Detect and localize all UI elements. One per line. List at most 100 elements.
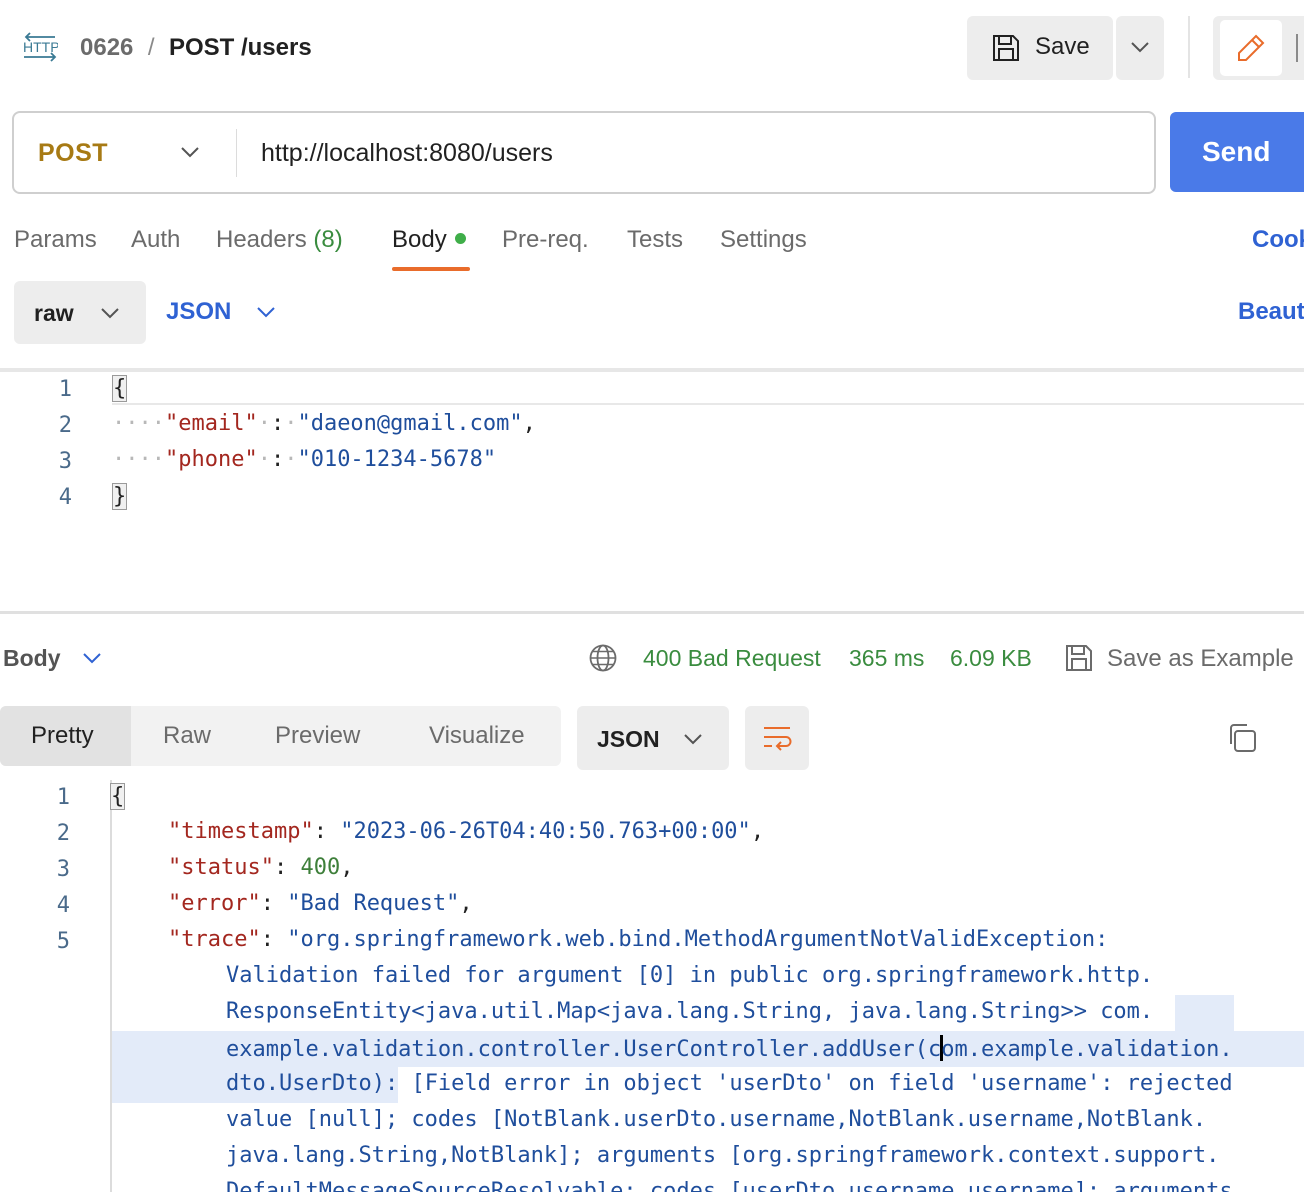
method-selector[interactable]: POST bbox=[38, 139, 108, 168]
code-line: ····"email"·:·"daeon@gmail.com", bbox=[112, 411, 536, 436]
response-body-viewer[interactable]: 1 2 3 4 5 { "timestamp": "2023-06-26T04:… bbox=[0, 780, 1304, 1192]
header-divider bbox=[1188, 16, 1190, 78]
wrap-lines-button[interactable] bbox=[745, 706, 809, 770]
chevron-down-icon[interactable] bbox=[256, 305, 276, 319]
breadcrumb: 0626 / POST /users bbox=[80, 34, 312, 62]
code-line: "trace": "org.springframework.web.bind.M… bbox=[168, 927, 1109, 952]
send-label: Send bbox=[1202, 136, 1271, 167]
save-button[interactable]: Save bbox=[967, 16, 1113, 80]
pane-resize-handle[interactable] bbox=[0, 611, 1304, 614]
tab-body[interactable]: Body bbox=[392, 226, 466, 254]
code-line: "error": "Bad Request", bbox=[168, 891, 473, 916]
line-number: 4 bbox=[56, 893, 70, 918]
chevron-down-icon bbox=[100, 306, 120, 320]
edit-mode-button[interactable] bbox=[1220, 20, 1282, 76]
response-view-tabs: Pretty Raw Preview Visualize bbox=[0, 706, 561, 766]
line-number: 3 bbox=[56, 857, 70, 882]
http-protocol-icon: HTTP bbox=[22, 32, 58, 66]
tab-headers[interactable]: Headers (8) bbox=[216, 226, 343, 254]
chevron-down-icon[interactable] bbox=[180, 145, 200, 159]
method-divider bbox=[236, 129, 237, 177]
trace-line: dto.UserDto): [Field error in object 'us… bbox=[226, 1071, 1233, 1096]
response-format-selector[interactable]: JSON bbox=[577, 706, 729, 770]
line-number: 5 bbox=[56, 929, 70, 954]
code-line: ····"phone"·:·"010-1234-5678" bbox=[112, 447, 497, 472]
line-number: 2 bbox=[56, 821, 70, 846]
trace-line: Validation failed for argument [0] in pu… bbox=[226, 963, 1154, 988]
cookies-link[interactable]: Cookies bbox=[1252, 226, 1304, 254]
line-number: 3 bbox=[58, 449, 72, 474]
headers-count: (8) bbox=[313, 226, 343, 253]
json-punct: , bbox=[522, 411, 536, 436]
json-value: 400 bbox=[300, 855, 341, 880]
response-format-label: JSON bbox=[597, 726, 660, 752]
wrap-lines-icon bbox=[762, 724, 792, 752]
http-icon-text: HTTP bbox=[23, 39, 58, 55]
json-value: "2023-06-26T04:40:50.763+00:00" bbox=[340, 819, 751, 844]
breadcrumb-separator: / bbox=[147, 34, 155, 61]
breadcrumb-collection[interactable]: 0626 bbox=[80, 34, 133, 61]
beautify-link[interactable]: Beautify bbox=[1238, 298, 1304, 326]
tab-body-label: Body bbox=[392, 226, 447, 253]
chevron-down-icon bbox=[1130, 40, 1150, 54]
trace-line: ResponseEntity<java.util.Map<java.lang.S… bbox=[226, 999, 1153, 1024]
trace-segment: dto.UserDto) bbox=[226, 1071, 385, 1096]
tab-tests[interactable]: Tests bbox=[627, 226, 683, 254]
body-mode-selector[interactable]: raw bbox=[14, 281, 146, 344]
request-title[interactable]: POST /users bbox=[169, 34, 312, 61]
view-tab-raw[interactable]: Raw bbox=[163, 722, 211, 750]
code-open-brace: { bbox=[112, 375, 128, 402]
send-button[interactable]: Send bbox=[1170, 112, 1304, 192]
body-language-selector[interactable]: JSON bbox=[166, 298, 231, 326]
trace-line: value [null]; codes [NotBlank.userDto.us… bbox=[226, 1107, 1207, 1132]
trace-segment: com. bbox=[1100, 999, 1154, 1024]
json-key: "status" bbox=[168, 855, 274, 880]
url-input[interactable]: http://localhost:8080/users bbox=[261, 139, 553, 168]
line-number: 1 bbox=[56, 785, 70, 810]
json-value: "org.springframework.web.bind.MethodArgu… bbox=[287, 927, 1109, 952]
code-open-brace: { bbox=[110, 783, 126, 810]
save-label: Save bbox=[1035, 33, 1090, 60]
selection-highlight bbox=[1175, 995, 1234, 1031]
json-value: "daeon@gmail.com" bbox=[297, 411, 523, 436]
view-tab-visualize[interactable]: Visualize bbox=[429, 722, 525, 750]
json-key: "error" bbox=[168, 891, 261, 916]
response-size[interactable]: 6.09 KB bbox=[950, 645, 1032, 672]
save-options-button[interactable] bbox=[1116, 16, 1164, 80]
chevron-down-icon bbox=[683, 732, 703, 746]
status-code[interactable]: 400 Bad Request bbox=[643, 645, 821, 672]
tab-auth[interactable]: Auth bbox=[131, 226, 180, 254]
chevron-down-icon[interactable] bbox=[82, 651, 102, 665]
response-time[interactable]: 365 ms bbox=[849, 645, 924, 672]
json-key: "email" bbox=[164, 411, 258, 436]
trace-segment: example.validation.controller.UserContro… bbox=[226, 1037, 942, 1062]
response-section-selector[interactable]: Body bbox=[3, 645, 61, 672]
tab-params[interactable]: Params bbox=[14, 226, 97, 254]
view-tab-pretty[interactable]: Pretty bbox=[31, 722, 94, 750]
save-icon bbox=[1064, 643, 1094, 673]
copy-icon[interactable] bbox=[1226, 722, 1258, 754]
tab-pre-request[interactable]: Pre-req. bbox=[502, 226, 589, 254]
line-number: 4 bbox=[58, 485, 72, 510]
request-body-editor[interactable]: 1 2 3 4 { ····"email"·:·"daeon@gmail.com… bbox=[0, 372, 1304, 608]
pencil-icon bbox=[1236, 33, 1266, 63]
json-value: "010-1234-5678" bbox=[297, 447, 497, 472]
comments-mode-button[interactable] bbox=[1296, 34, 1304, 62]
tab-headers-label: Headers bbox=[216, 226, 307, 253]
json-key: "timestamp" bbox=[168, 819, 314, 844]
trace-segment: om.example.validation. bbox=[941, 1037, 1233, 1062]
globe-icon[interactable] bbox=[588, 643, 618, 673]
json-value: "Bad Request" bbox=[287, 891, 460, 916]
save-example-button[interactable]: Save as Example bbox=[1064, 640, 1304, 680]
code-line: "status": 400, bbox=[168, 855, 354, 880]
trace-segment: ResponseEntity<java.util.Map<java.lang.S… bbox=[226, 999, 1101, 1024]
line-number: 2 bbox=[58, 413, 72, 438]
view-tab-preview[interactable]: Preview bbox=[275, 722, 360, 750]
code-close-brace: } bbox=[112, 483, 128, 510]
tab-settings[interactable]: Settings bbox=[720, 226, 807, 254]
json-key: "phone" bbox=[164, 447, 258, 472]
code-line: "timestamp": "2023-06-26T04:40:50.763+00… bbox=[168, 819, 765, 844]
active-tab-indicator bbox=[392, 267, 470, 271]
trace-line: java.lang.String,NotBlank]; arguments [o… bbox=[226, 1143, 1220, 1168]
request-url-bar: POST http://localhost:8080/users bbox=[12, 111, 1156, 194]
